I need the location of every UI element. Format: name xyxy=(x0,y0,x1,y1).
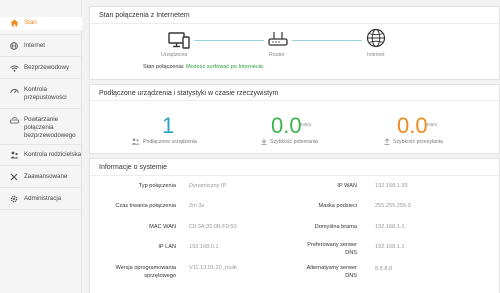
sidebar-item-zaawansowane[interactable]: Zaawansowane xyxy=(0,173,82,181)
info-value: 2m 3s xyxy=(189,203,205,209)
info-key: Alternatywny serwer DNS xyxy=(306,265,357,279)
info-key: Preferowany serwer DNS xyxy=(307,242,357,256)
stats-panel-title: Podłączone urządzenia i statystyki w cza… xyxy=(99,90,279,97)
gauge-icon xyxy=(9,86,19,94)
connection-line xyxy=(292,40,362,41)
info-key: IP LAN xyxy=(158,244,176,250)
info-value: 8.8.8.8 xyxy=(375,266,393,272)
connection-panel: Stan połączenia z Internetem Urządzenia xyxy=(89,6,500,80)
sidebar-item-powtarzanie-polaczenia[interactable]: Powtarzanie połączenia bezprzewodowego xyxy=(0,116,82,140)
info-key: Typ połączenia xyxy=(138,183,176,189)
connected-devices-count: 1 xyxy=(162,113,175,138)
connected-devices-label: Podłączone urządzenia xyxy=(131,138,197,145)
connection-line xyxy=(194,40,264,41)
sidebar-item-kontrola-rodzicielska[interactable]: Kontrola rodzicielska xyxy=(0,151,82,159)
info-key: Czas trwania połączenia xyxy=(115,203,176,209)
sidebar-item-label: Zaawansowane xyxy=(24,173,68,180)
sidebar-item-label: Administracja xyxy=(24,195,62,202)
stats-panel: Podłączone urządzenia i statystyki w cza… xyxy=(89,84,500,154)
connection-status-value: Możesz surfować po Internecie. xyxy=(185,64,265,70)
tools-icon xyxy=(9,173,19,181)
sidebar-item-internet[interactable]: Internet xyxy=(0,42,82,50)
download-icon xyxy=(261,138,267,145)
sidebar-item-administracja[interactable]: Administracja xyxy=(0,195,82,203)
info-key: IP WAN xyxy=(337,183,357,189)
sidebar-item-label: Bezprzewodowy xyxy=(24,64,70,71)
globe-icon xyxy=(9,42,19,50)
sidebar-item-label: Kontrola przepustowości xyxy=(24,86,67,101)
devices-label: Urządzenia xyxy=(161,52,188,58)
info-value: 192.168.0.1 xyxy=(189,244,219,250)
connection-panel-title: Stan połączenia z Internetem xyxy=(99,12,190,19)
sidebar-item-label: Internet xyxy=(24,42,45,49)
system-info-panel: Informacje o systemie Typ połączenia Dyn… xyxy=(89,158,500,293)
info-value: Dynamiczny IP xyxy=(189,183,227,189)
sidebar-item-stan[interactable]: Stan xyxy=(0,17,82,30)
info-key: Wersja oprogramowania sprzętowego xyxy=(115,265,176,279)
download-speed-label: Szybkość pobierania xyxy=(261,138,318,145)
sidebar-item-kontrola-przepustowosci[interactable]: Kontrola przepustowości xyxy=(0,86,82,102)
info-key: Domyślna brama xyxy=(314,224,357,230)
users-icon xyxy=(131,138,140,145)
wifi-icon xyxy=(9,64,19,72)
sidebar: Stan Internet Bezprzewodowy Kontrola prz… xyxy=(0,0,82,293)
sidebar-item-label: Stan xyxy=(24,19,37,26)
sidebar-item-bezprzewodowy[interactable]: Bezprzewodowy xyxy=(0,64,82,72)
info-key: MAC WAN xyxy=(149,224,176,230)
internet-globe-icon xyxy=(366,28,386,53)
info-value: 192.168.1.1 xyxy=(375,244,405,250)
info-key: Maska podsieci xyxy=(318,203,357,209)
router-icon xyxy=(268,30,288,53)
upload-speed-label: Szybkość przesyłania xyxy=(384,138,443,145)
info-value: 192.168.1.1 xyxy=(375,224,405,230)
gear-icon xyxy=(9,195,19,203)
upload-speed-unit: KB/s xyxy=(427,123,438,128)
download-speed-unit: KB/s xyxy=(301,123,312,128)
devices-icon xyxy=(168,32,190,54)
repeater-icon xyxy=(9,116,19,124)
system-info-panel-title: Informacje o systemie xyxy=(99,164,168,171)
upload-speed-value: 0.0 xyxy=(397,113,428,138)
connection-status: Stan połączenia: Możesz surfować po Inte… xyxy=(143,64,265,70)
upload-icon xyxy=(384,138,390,145)
info-value: 255.255.255.0 xyxy=(375,203,411,209)
connection-status-prefix: Stan połączenia: xyxy=(143,64,185,70)
sidebar-item-label: Powtarzanie połączenia bezprzewodowego xyxy=(24,116,76,139)
info-value: 192.168.1.93 xyxy=(375,183,408,189)
sidebar-item-label: Kontrola rodzicielska xyxy=(24,151,82,158)
family-icon xyxy=(9,151,19,159)
info-value: C8:3A:35:0B:F9:50 xyxy=(189,224,237,230)
download-speed-value: 0.0 xyxy=(271,113,302,138)
internet-label: Internet xyxy=(367,52,385,58)
info-value: V11.13.01.20_multi xyxy=(189,265,237,271)
router-label: Router xyxy=(269,52,285,58)
home-icon xyxy=(9,19,19,27)
